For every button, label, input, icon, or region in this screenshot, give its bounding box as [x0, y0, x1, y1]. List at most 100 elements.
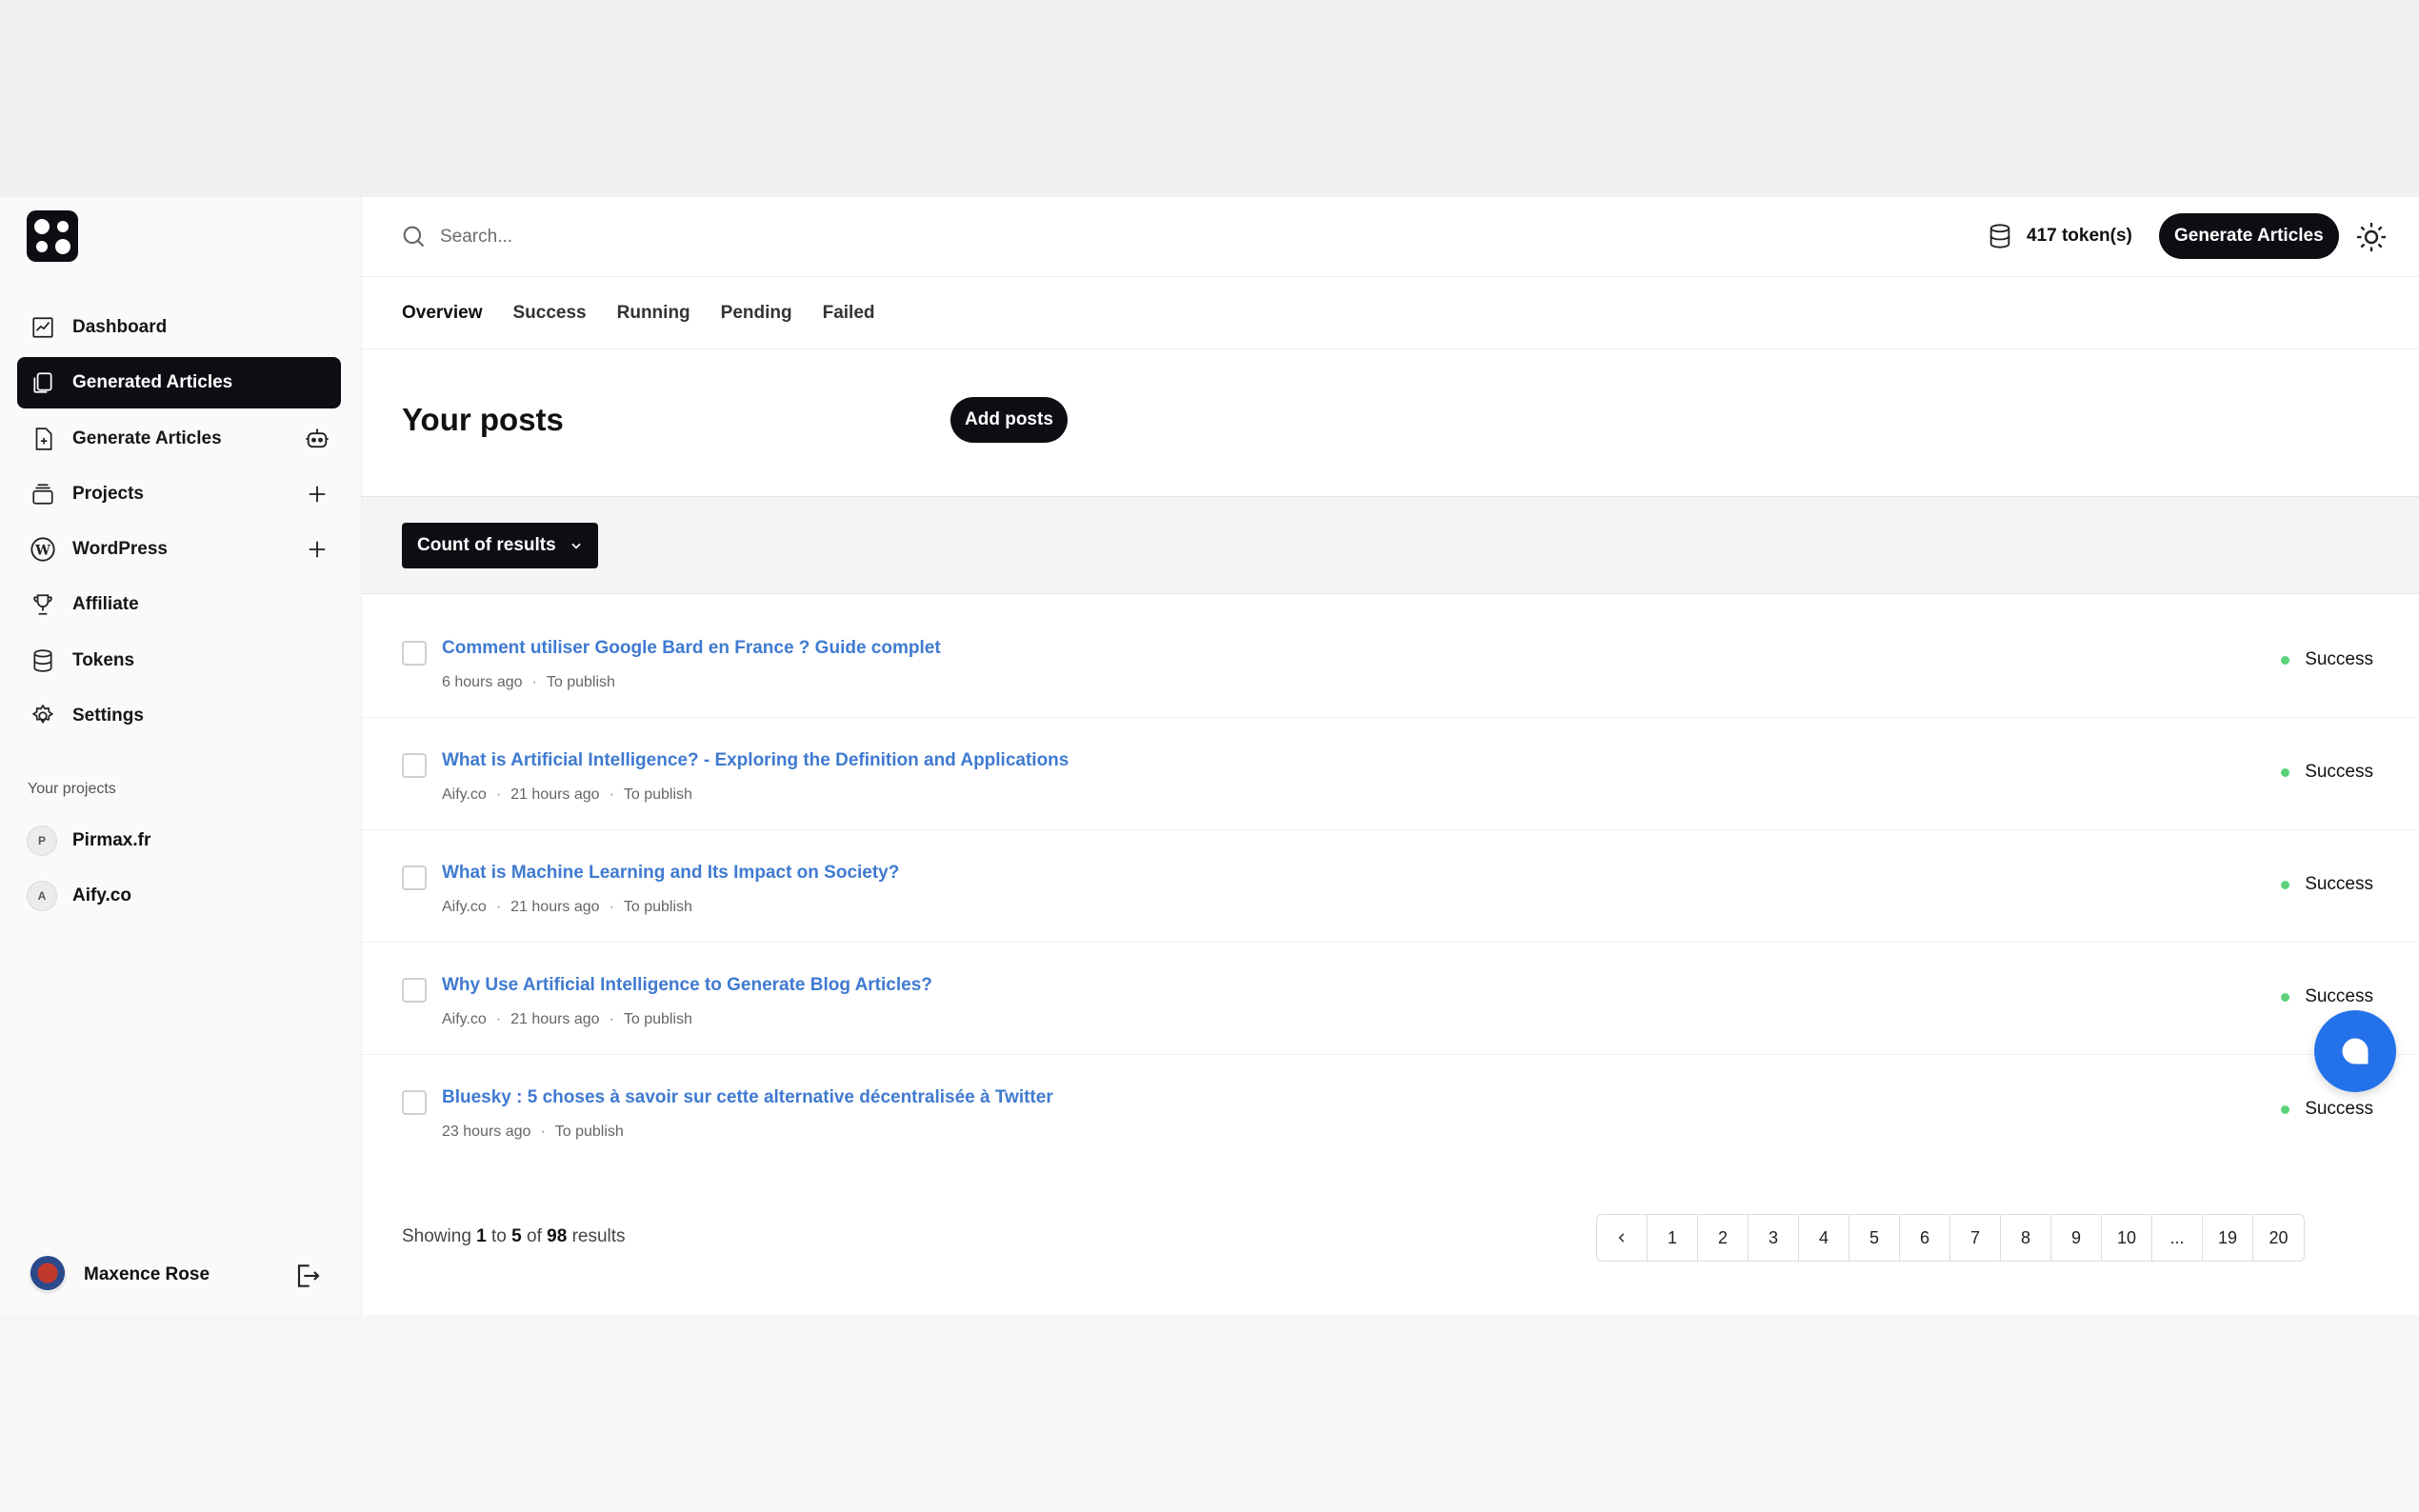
sidebar-item-projects[interactable]: Projects [17, 468, 341, 520]
sidebar-item-generated-articles[interactable]: Generated Articles [17, 357, 341, 409]
post-meta: Aify.co · 21 hours ago · To publish [442, 899, 692, 915]
post-time: 21 hours ago [510, 899, 600, 915]
chart-icon [29, 313, 57, 342]
logout-icon[interactable] [291, 1261, 322, 1291]
sidebar-item-label: Projects [72, 483, 144, 504]
post-title-link[interactable]: Bluesky : 5 choses à savoir sur cette al… [442, 1087, 1053, 1108]
status-badge: Success [2281, 874, 2373, 895]
page-button[interactable]: 19 [2203, 1215, 2253, 1261]
file-plus-icon [29, 425, 57, 453]
tab-overview[interactable]: Overview [402, 303, 483, 324]
chat-launcher-button[interactable] [2314, 1010, 2396, 1092]
status-tabs: Overview Success Running Pending Failed [362, 277, 2419, 349]
tab-pending[interactable]: Pending [721, 303, 792, 324]
post-state: To publish [546, 674, 615, 690]
row-checkbox[interactable] [402, 865, 427, 890]
page-button[interactable]: 5 [1849, 1215, 1900, 1261]
summary-from: 1 [476, 1226, 487, 1246]
search-input[interactable] [440, 218, 1011, 256]
sidebar-item-label: Settings [72, 706, 144, 726]
main-content: 417 token(s) Generate Articles Overview … [362, 197, 2419, 1315]
project-item-aify[interactable]: A Aify.co [27, 881, 131, 911]
page-button[interactable]: 2 [1698, 1215, 1749, 1261]
prev-page-button[interactable] [1597, 1215, 1648, 1261]
add-project-icon[interactable] [303, 480, 331, 508]
sidebar-item-settings[interactable]: Settings [17, 690, 341, 742]
sidebar-item-wordpress[interactable]: W WordPress [17, 524, 341, 575]
database-icon [1989, 224, 2010, 249]
status-dot-icon [2281, 1104, 2290, 1114]
dropdown-label: Count of results [417, 535, 556, 555]
sidebar-item-tokens[interactable]: Tokens [17, 635, 341, 686]
page-button[interactable]: 8 [2001, 1215, 2051, 1261]
status-text: Success [2305, 986, 2373, 1006]
app-logo-icon[interactable] [27, 210, 78, 262]
add-posts-button[interactable]: Add posts [950, 397, 1068, 443]
user-profile[interactable]: Maxence Rose [29, 1256, 210, 1294]
tab-success[interactable]: Success [513, 303, 587, 324]
sidebar-item-generate-articles[interactable]: Generate Articles [17, 413, 341, 465]
sidebar-item-dashboard[interactable]: Dashboard [17, 302, 341, 353]
page-button[interactable]: 4 [1799, 1215, 1849, 1261]
project-name: Pirmax.fr [72, 830, 151, 850]
summary-total: 98 [547, 1226, 568, 1246]
status-text: Success [2305, 649, 2373, 669]
sidebar-item-label: Generated Articles [72, 372, 233, 393]
row-checkbox[interactable] [402, 753, 427, 778]
row-checkbox[interactable] [402, 978, 427, 1003]
post-meta: 23 hours ago · To publish [442, 1124, 624, 1140]
row-checkbox[interactable] [402, 641, 427, 666]
count-of-results-dropdown[interactable]: Count of results [402, 523, 598, 568]
project-avatar: A [27, 881, 57, 911]
summary-text: to [491, 1226, 507, 1246]
row-checkbox[interactable] [402, 1090, 427, 1115]
page-button[interactable]: 9 [2051, 1215, 2102, 1261]
documents-icon [29, 368, 57, 397]
summary-text: results [571, 1226, 626, 1246]
summary-text: of [527, 1226, 542, 1246]
results-summary: Showing 1 to 5 of 98 results [402, 1226, 626, 1247]
project-avatar: P [27, 826, 57, 856]
posts-list: Comment utiliser Google Bard en France ?… [362, 606, 2419, 1167]
post-time: 21 hours ago [510, 1011, 600, 1027]
status-text: Success [2305, 762, 2373, 782]
app-window: Dashboard Generated Articles Generate Ar… [0, 197, 2419, 1315]
generate-articles-button[interactable]: Generate Articles [2159, 213, 2339, 259]
sun-icon[interactable] [2354, 220, 2389, 254]
page-button[interactable]: 3 [1749, 1215, 1799, 1261]
post-site: Aify.co [442, 899, 487, 915]
project-item-pirmax[interactable]: P Pirmax.fr [27, 826, 150, 856]
tab-running[interactable]: Running [617, 303, 690, 324]
chat-bubble-icon [2342, 1038, 2369, 1064]
post-state: To publish [623, 899, 692, 915]
project-name: Aify.co [72, 885, 131, 905]
post-title-link[interactable]: Comment utiliser Google Bard en France ?… [442, 638, 941, 659]
post-title-link[interactable]: Why Use Artificial Intelligence to Gener… [442, 975, 932, 996]
post-time: 6 hours ago [442, 674, 523, 690]
sidebar-nav: Dashboard Generated Articles Generate Ar… [17, 302, 341, 746]
page-button[interactable]: 7 [1950, 1215, 2001, 1261]
status-dot-icon [2281, 767, 2290, 777]
post-state: To publish [623, 1011, 692, 1027]
search-icon [403, 226, 425, 248]
top-bar: 417 token(s) Generate Articles [362, 197, 2419, 277]
sidebar-item-affiliate[interactable]: Affiliate [17, 579, 341, 630]
page-button[interactable]: 10 [2102, 1215, 2152, 1261]
post-site: Aify.co [442, 1011, 487, 1027]
post-time: 23 hours ago [442, 1124, 531, 1140]
add-wordpress-icon[interactable] [303, 535, 331, 564]
post-title-link[interactable]: What is Artificial Intelligence? - Explo… [442, 750, 1069, 771]
post-state: To publish [554, 1124, 624, 1140]
folder-stack-icon [29, 480, 57, 508]
database-icon [29, 647, 57, 675]
page-button[interactable]: 6 [1900, 1215, 1950, 1261]
status-badge: Success [2281, 986, 2373, 1007]
table-row: What is Machine Learning and Its Impact … [362, 830, 2419, 943]
trophy-icon [29, 590, 57, 619]
post-title-link[interactable]: What is Machine Learning and Its Impact … [442, 863, 899, 884]
tab-failed[interactable]: Failed [823, 303, 875, 324]
page-button[interactable]: 1 [1648, 1215, 1698, 1261]
page-ellipsis: ... [2152, 1215, 2203, 1261]
gear-icon [29, 702, 57, 730]
page-button[interactable]: 20 [2253, 1215, 2304, 1261]
